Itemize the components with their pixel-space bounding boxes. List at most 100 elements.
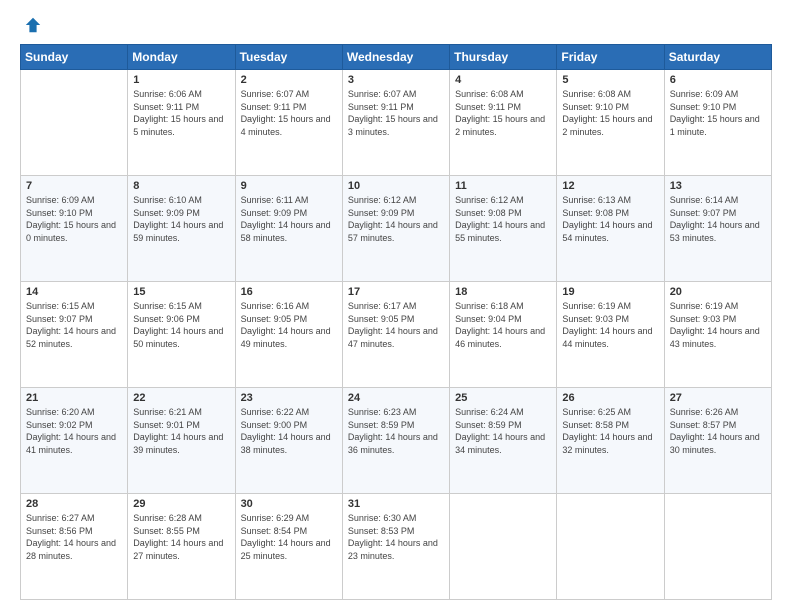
cell-info: Sunrise: 6:09 AMSunset: 9:10 PMDaylight:… <box>670 89 760 137</box>
calendar-cell: 23 Sunrise: 6:22 AMSunset: 9:00 PMDayligh… <box>235 388 342 494</box>
calendar-cell: 6 Sunrise: 6:09 AMSunset: 9:10 PMDaylight… <box>664 70 771 176</box>
cell-info: Sunrise: 6:07 AMSunset: 9:11 PMDaylight:… <box>241 89 331 137</box>
calendar-week-row: 7 Sunrise: 6:09 AMSunset: 9:10 PMDaylight… <box>21 176 772 282</box>
calendar-cell: 19 Sunrise: 6:19 AMSunset: 9:03 PMDayligh… <box>557 282 664 388</box>
calendar-cell: 4 Sunrise: 6:08 AMSunset: 9:11 PMDaylight… <box>450 70 557 176</box>
day-number: 2 <box>241 74 337 86</box>
cell-info: Sunrise: 6:23 AMSunset: 8:59 PMDaylight:… <box>348 407 438 455</box>
calendar-cell: 9 Sunrise: 6:11 AMSunset: 9:09 PMDaylight… <box>235 176 342 282</box>
day-header-saturday: Saturday <box>664 45 771 70</box>
calendar-header-row: SundayMondayTuesdayWednesdayThursdayFrid… <box>21 45 772 70</box>
cell-info: Sunrise: 6:12 AMSunset: 9:08 PMDaylight:… <box>455 195 545 243</box>
calendar-cell: 27Sunrise: 6:26 AMSunset: 8:57 PMDayligh… <box>664 388 771 494</box>
calendar-cell: 12 Sunrise: 6:13 AMSunset: 9:08 PMDayligh… <box>557 176 664 282</box>
calendar-cell: 18 Sunrise: 6:18 AMSunset: 9:04 PMDayligh… <box>450 282 557 388</box>
cell-info: Sunrise: 6:27 AMSunset: 8:56 PMDaylight:… <box>26 513 116 561</box>
cell-info: Sunrise: 6:29 AMSunset: 8:54 PMDaylight:… <box>241 513 331 561</box>
calendar-cell: 20Sunrise: 6:19 AMSunset: 9:03 PMDayligh… <box>664 282 771 388</box>
day-number: 8 <box>133 180 229 192</box>
day-number: 5 <box>562 74 658 86</box>
day-number: 14 <box>26 286 122 298</box>
day-number: 29 <box>133 498 229 510</box>
day-number: 1 <box>133 74 229 86</box>
day-number: 4 <box>455 74 551 86</box>
cell-info: Sunrise: 6:11 AMSunset: 9:09 PMDaylight:… <box>241 195 331 243</box>
cell-info: Sunrise: 6:19 AMSunset: 9:03 PMDaylight:… <box>562 301 652 349</box>
day-number: 17 <box>348 286 444 298</box>
calendar-cell: 29 Sunrise: 6:28 AMSunset: 8:55 PMDayligh… <box>128 494 235 600</box>
cell-info: Sunrise: 6:17 AMSunset: 9:05 PMDaylight:… <box>348 301 438 349</box>
day-number: 11 <box>455 180 551 192</box>
calendar-cell: 31 Sunrise: 6:30 AMSunset: 8:53 PMDayligh… <box>342 494 449 600</box>
cell-info: Sunrise: 6:22 AMSunset: 9:00 PMDaylight:… <box>241 407 331 455</box>
cell-info: Sunrise: 6:13 AMSunset: 9:08 PMDaylight:… <box>562 195 652 243</box>
cell-info: Sunrise: 6:30 AMSunset: 8:53 PMDaylight:… <box>348 513 438 561</box>
calendar-cell: 2 Sunrise: 6:07 AMSunset: 9:11 PMDaylight… <box>235 70 342 176</box>
calendar-cell: 16 Sunrise: 6:16 AMSunset: 9:05 PMDayligh… <box>235 282 342 388</box>
day-number: 10 <box>348 180 444 192</box>
calendar-cell <box>557 494 664 600</box>
day-number: 15 <box>133 286 229 298</box>
day-number: 6 <box>670 74 766 86</box>
calendar-week-row: 1 Sunrise: 6:06 AMSunset: 9:11 PMDaylight… <box>21 70 772 176</box>
calendar-cell: 1 Sunrise: 6:06 AMSunset: 9:11 PMDaylight… <box>128 70 235 176</box>
calendar-cell: 30 Sunrise: 6:29 AMSunset: 8:54 PMDayligh… <box>235 494 342 600</box>
calendar-cell: 26 Sunrise: 6:25 AMSunset: 8:58 PMDayligh… <box>557 388 664 494</box>
day-header-wednesday: Wednesday <box>342 45 449 70</box>
page: SundayMondayTuesdayWednesdayThursdayFrid… <box>0 0 792 612</box>
day-number: 9 <box>241 180 337 192</box>
cell-info: Sunrise: 6:15 AMSunset: 9:07 PMDaylight:… <box>26 301 116 349</box>
calendar-cell: 11 Sunrise: 6:12 AMSunset: 9:08 PMDayligh… <box>450 176 557 282</box>
day-number: 23 <box>241 392 337 404</box>
day-number: 24 <box>348 392 444 404</box>
calendar-cell <box>664 494 771 600</box>
day-number: 12 <box>562 180 658 192</box>
calendar-cell: 21Sunrise: 6:20 AMSunset: 9:02 PMDayligh… <box>21 388 128 494</box>
day-header-monday: Monday <box>128 45 235 70</box>
day-number: 26 <box>562 392 658 404</box>
calendar-cell: 24 Sunrise: 6:23 AMSunset: 8:59 PMDayligh… <box>342 388 449 494</box>
calendar-cell: 10 Sunrise: 6:12 AMSunset: 9:09 PMDayligh… <box>342 176 449 282</box>
cell-info: Sunrise: 6:06 AMSunset: 9:11 PMDaylight:… <box>133 89 223 137</box>
day-number: 31 <box>348 498 444 510</box>
cell-info: Sunrise: 6:12 AMSunset: 9:09 PMDaylight:… <box>348 195 438 243</box>
day-header-tuesday: Tuesday <box>235 45 342 70</box>
calendar-cell: 25Sunrise: 6:24 AMSunset: 8:59 PMDayligh… <box>450 388 557 494</box>
day-number: 16 <box>241 286 337 298</box>
day-number: 13 <box>670 180 766 192</box>
day-number: 27 <box>670 392 766 404</box>
cell-info: Sunrise: 6:19 AMSunset: 9:03 PMDaylight:… <box>670 301 760 349</box>
day-number: 28 <box>26 498 122 510</box>
calendar-cell <box>450 494 557 600</box>
calendar-week-row: 14 Sunrise: 6:15 AMSunset: 9:07 PMDayligh… <box>21 282 772 388</box>
day-header-sunday: Sunday <box>21 45 128 70</box>
calendar-cell: 3 Sunrise: 6:07 AMSunset: 9:11 PMDaylight… <box>342 70 449 176</box>
day-header-thursday: Thursday <box>450 45 557 70</box>
cell-info: Sunrise: 6:18 AMSunset: 9:04 PMDaylight:… <box>455 301 545 349</box>
calendar-cell: 14 Sunrise: 6:15 AMSunset: 9:07 PMDayligh… <box>21 282 128 388</box>
calendar-table: SundayMondayTuesdayWednesdayThursdayFrid… <box>20 44 772 600</box>
logo <box>20 16 42 34</box>
cell-info: Sunrise: 6:09 AMSunset: 9:10 PMDaylight:… <box>26 195 116 243</box>
cell-info: Sunrise: 6:07 AMSunset: 9:11 PMDaylight:… <box>348 89 438 137</box>
header <box>20 16 772 34</box>
day-number: 30 <box>241 498 337 510</box>
cell-info: Sunrise: 6:25 AMSunset: 8:58 PMDaylight:… <box>562 407 652 455</box>
cell-info: Sunrise: 6:16 AMSunset: 9:05 PMDaylight:… <box>241 301 331 349</box>
cell-info: Sunrise: 6:20 AMSunset: 9:02 PMDaylight:… <box>26 407 116 455</box>
day-number: 3 <box>348 74 444 86</box>
calendar-cell: 8Sunrise: 6:10 AMSunset: 9:09 PMDaylight… <box>128 176 235 282</box>
day-number: 18 <box>455 286 551 298</box>
cell-info: Sunrise: 6:24 AMSunset: 8:59 PMDaylight:… <box>455 407 545 455</box>
cell-info: Sunrise: 6:28 AMSunset: 8:55 PMDaylight:… <box>133 513 223 561</box>
cell-info: Sunrise: 6:15 AMSunset: 9:06 PMDaylight:… <box>133 301 223 349</box>
day-number: 19 <box>562 286 658 298</box>
day-number: 7 <box>26 180 122 192</box>
calendar-cell: 22Sunrise: 6:21 AMSunset: 9:01 PMDayligh… <box>128 388 235 494</box>
cell-info: Sunrise: 6:08 AMSunset: 9:11 PMDaylight:… <box>455 89 545 137</box>
calendar-week-row: 21Sunrise: 6:20 AMSunset: 9:02 PMDayligh… <box>21 388 772 494</box>
calendar-cell: 13Sunrise: 6:14 AMSunset: 9:07 PMDayligh… <box>664 176 771 282</box>
cell-info: Sunrise: 6:08 AMSunset: 9:10 PMDaylight:… <box>562 89 652 137</box>
calendar-week-row: 28 Sunrise: 6:27 AMSunset: 8:56 PMDayligh… <box>21 494 772 600</box>
calendar-cell: 5 Sunrise: 6:08 AMSunset: 9:10 PMDaylight… <box>557 70 664 176</box>
